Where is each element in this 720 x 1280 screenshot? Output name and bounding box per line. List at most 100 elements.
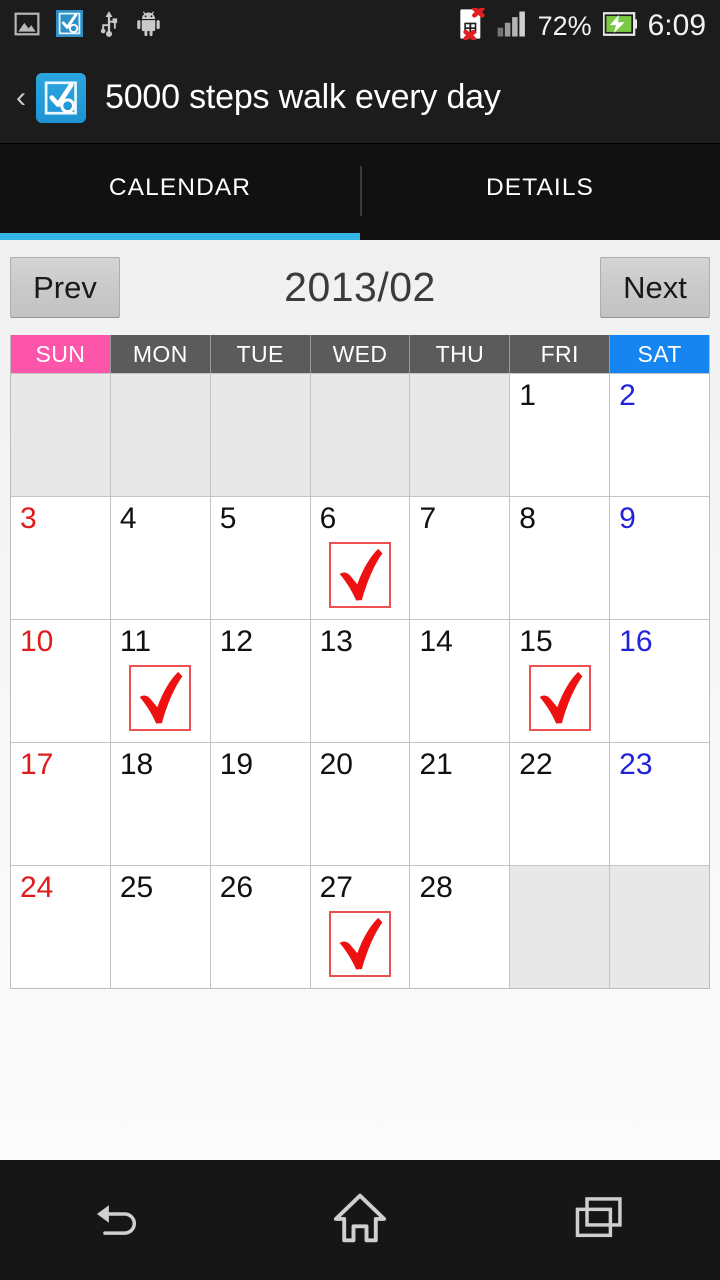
checkmark-icon: [129, 665, 192, 731]
calendar-cell-day-27[interactable]: 27: [310, 865, 411, 988]
app-icon-checkmark[interactable]: [36, 72, 86, 123]
day-header-mon: MON: [110, 335, 211, 373]
day-number: 14: [419, 625, 453, 658]
tab-details-label: DETAILS: [486, 174, 594, 201]
checkmark-icon: [329, 911, 391, 977]
day-number: 18: [119, 748, 154, 781]
month-navigation: Prev 2013/02 Next: [0, 240, 720, 335]
calendar-cell-empty: [310, 373, 411, 496]
calendar-cell-day-26[interactable]: 26: [210, 865, 311, 988]
calendar-cell-day-1[interactable]: 1: [510, 373, 611, 496]
day-number: 19: [219, 748, 254, 781]
status-bar: 72% 6:09: [0, 0, 720, 52]
calendar-cell-day-8[interactable]: 8: [510, 496, 611, 619]
calendar-cell-day-7[interactable]: 7: [410, 496, 511, 619]
day-header-wed: WED: [310, 335, 411, 373]
calendar-week-row: 24 25 26 27 28: [11, 865, 710, 988]
status-clock: 6:09: [647, 9, 706, 42]
image-icon: [14, 11, 40, 42]
calendar-cell-day-10[interactable]: 10: [11, 619, 111, 742]
calendar-cell-day-25[interactable]: 25: [110, 865, 211, 988]
calendar-cell-day-18[interactable]: 18: [110, 742, 211, 865]
status-notification-icons: [14, 10, 162, 43]
calendar-cell-day-17[interactable]: 17: [11, 742, 111, 865]
day-number: 4: [119, 502, 137, 535]
calendar-cell-empty: [510, 865, 611, 988]
day-number: 8: [519, 502, 536, 535]
calendar-cell-day-6[interactable]: 6: [310, 496, 411, 619]
nav-back-button[interactable]: [0, 1195, 240, 1246]
calendar-cell-day-21[interactable]: 21: [410, 742, 511, 865]
calendar-grid: SUN MON TUE WED THU FRI SAT 1 2 3 4 5 6 7 8 9 10 11 12 13 1…: [10, 335, 710, 989]
status-system-icons: 72% 6:09: [456, 5, 706, 45]
home-icon: [332, 1192, 388, 1249]
day-number: 23: [619, 748, 653, 781]
calendar-week-row: 17 18 19 20 21 22 23: [11, 742, 710, 865]
day-header-fri: FRI: [510, 335, 611, 373]
day-number: 25: [119, 871, 154, 904]
back-chevron-icon[interactable]: ‹: [8, 82, 34, 113]
day-number: 5: [219, 502, 237, 535]
calendar-cell-empty: [410, 373, 511, 496]
tab-bar: CALENDAR DETAILS: [0, 144, 720, 240]
calendar-cell-day-11[interactable]: 11: [110, 619, 211, 742]
calendar-week-row: 10 11 12 13 14 15 16: [11, 619, 710, 742]
calendar-cell-day-5[interactable]: 5: [210, 496, 311, 619]
tab-divider: [360, 166, 362, 216]
day-number: 22: [519, 748, 553, 781]
day-number: 1: [519, 379, 536, 412]
nav-recents-button[interactable]: [480, 1195, 720, 1246]
system-navigation-bar: [0, 1160, 720, 1280]
sim-card-error-icon: [456, 5, 486, 45]
day-number: 9: [619, 502, 636, 535]
day-header-sun: SUN: [11, 335, 111, 373]
calendar-cell-day-14[interactable]: 14: [410, 619, 511, 742]
calendar-cell-empty: [610, 865, 710, 988]
calendar-cell-day-15[interactable]: 15: [510, 619, 611, 742]
calendar-cell-day-3[interactable]: 3: [11, 496, 111, 619]
app-checkmark-icon: [56, 10, 83, 42]
day-number: 12: [219, 625, 254, 658]
calendar-cell-day-19[interactable]: 19: [210, 742, 311, 865]
day-number: 28: [419, 871, 453, 904]
calendar-cell-day-4[interactable]: 4: [110, 496, 211, 619]
calendar-cell-day-28[interactable]: 28: [410, 865, 511, 988]
calendar-cell-day-22[interactable]: 22: [510, 742, 611, 865]
day-number: 24: [20, 871, 54, 904]
calendar-cell-day-9[interactable]: 9: [610, 496, 710, 619]
next-month-button[interactable]: Next: [600, 257, 710, 318]
day-number: 21: [419, 748, 453, 781]
android-icon: [135, 10, 162, 42]
day-number: 27: [319, 871, 353, 904]
app-bar: ‹ 5000 steps walk every day: [0, 52, 720, 144]
tab-calendar[interactable]: CALENDAR: [0, 144, 360, 240]
day-number: 11: [119, 625, 152, 658]
nav-home-button[interactable]: [240, 1192, 480, 1249]
calendar-week-row: 3 4 5 6 7 8 9: [11, 496, 710, 619]
signal-bars-icon: [497, 10, 527, 43]
day-number: 13: [319, 625, 353, 658]
day-number: 2: [619, 379, 636, 412]
checkmark-icon: [329, 542, 391, 608]
calendar-cell-day-20[interactable]: 20: [310, 742, 411, 865]
day-number: 20: [319, 748, 353, 781]
tab-details-underline: [360, 233, 720, 240]
calendar-cell-empty: [210, 373, 311, 496]
tab-details[interactable]: DETAILS: [360, 144, 720, 240]
calendar-cell-day-2[interactable]: 2: [610, 373, 710, 496]
day-number: 10: [20, 625, 54, 658]
day-number: 6: [319, 502, 337, 535]
day-of-week-header-row: SUN MON TUE WED THU FRI SAT: [11, 335, 710, 373]
day-number: 3: [20, 502, 37, 535]
usb-icon: [99, 10, 119, 43]
calendar-cell-day-24[interactable]: 24: [11, 865, 111, 988]
day-number: 17: [20, 748, 54, 781]
calendar-cell-day-12[interactable]: 12: [210, 619, 311, 742]
calendar-cell-day-16[interactable]: 16: [610, 619, 710, 742]
calendar-cell-day-13[interactable]: 13: [310, 619, 411, 742]
day-header-tue: TUE: [210, 335, 311, 373]
day-header-thu: THU: [410, 335, 511, 373]
calendar-cell-day-23[interactable]: 23: [610, 742, 710, 865]
calendar-week-row: 12: [11, 373, 710, 496]
prev-month-button[interactable]: Prev: [10, 257, 120, 318]
